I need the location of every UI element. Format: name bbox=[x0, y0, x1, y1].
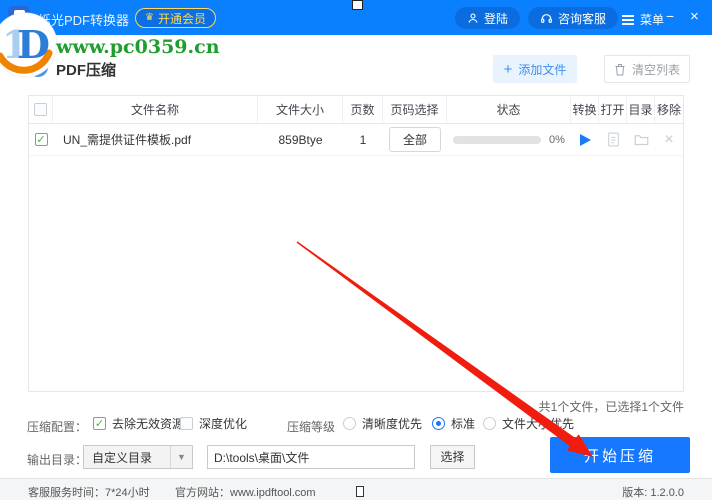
output-dir-selected: 自定义目录 bbox=[84, 449, 170, 466]
plus-icon: + bbox=[504, 62, 513, 77]
menu-button[interactable]: 菜单 bbox=[622, 11, 664, 28]
table-row: ✓ UN_需提供证件模板.pdf 859Btye 1 全部 0% × bbox=[29, 124, 683, 156]
col-remove: 移除 bbox=[655, 96, 683, 123]
output-dir-label: 输出目录： bbox=[27, 451, 87, 468]
col-page-select: 页码选择 bbox=[383, 96, 447, 123]
hamburger-icon bbox=[622, 19, 634, 21]
remove-icon[interactable]: × bbox=[664, 132, 673, 148]
deep-optimize-checkbox[interactable] bbox=[180, 417, 193, 430]
level-standard-option[interactable]: 标准 bbox=[432, 415, 475, 432]
vip-upgrade-button[interactable]: ♛ 开通会员 bbox=[135, 8, 216, 28]
page-title: PDF压缩 bbox=[56, 59, 116, 80]
col-status: 状态 bbox=[447, 96, 571, 123]
row-checkbox[interactable]: ✓ bbox=[35, 133, 48, 146]
watermark-site-text: www.pc0359.cn bbox=[56, 36, 220, 58]
page-select-button[interactable]: 全部 bbox=[389, 127, 441, 152]
app-title: 烁光PDF转换器 bbox=[38, 10, 129, 29]
standard-radio[interactable] bbox=[432, 417, 445, 430]
col-directory: 目录 bbox=[627, 96, 655, 123]
customer-service-button[interactable]: 咨询客服 bbox=[528, 7, 618, 29]
close-button[interactable]: × bbox=[690, 8, 699, 25]
start-compress-button[interactable]: 开始压缩 bbox=[550, 437, 690, 473]
file-name: UN_需提供证件模板.pdf bbox=[53, 124, 258, 155]
cursor-artifact-bottom bbox=[356, 486, 364, 497]
clarity-radio[interactable] bbox=[343, 417, 356, 430]
output-path-input[interactable] bbox=[207, 445, 415, 469]
vip-upgrade-label: 开通会员 bbox=[158, 10, 206, 27]
clear-list-label: 清空列表 bbox=[632, 61, 680, 78]
status-cell: 0% bbox=[453, 134, 565, 146]
app-logo-icon bbox=[8, 6, 30, 28]
col-file-size: 文件大小 bbox=[258, 96, 343, 123]
deep-optimize-label: 深度优化 bbox=[199, 415, 247, 432]
version-text: 版本: 1.2.0.0 bbox=[622, 484, 684, 500]
option-remove-invalid[interactable]: ✓ 去除无效资源 bbox=[93, 415, 184, 432]
compress-config-label: 压缩配置： bbox=[27, 418, 87, 435]
browse-button[interactable]: 选择 bbox=[430, 445, 475, 469]
folder-icon[interactable] bbox=[634, 133, 649, 146]
cursor-artifact-top bbox=[352, 0, 363, 10]
document-icon[interactable] bbox=[607, 132, 620, 147]
progress-percent: 0% bbox=[549, 134, 565, 146]
menu-label: 菜单 bbox=[640, 11, 664, 28]
file-size: 859Btye bbox=[258, 124, 343, 155]
login-label: 登陆 bbox=[484, 10, 508, 27]
output-dir-dropdown[interactable]: 自定义目录 ▼ bbox=[83, 445, 193, 469]
level-clarity-option[interactable]: 清晰度优先 bbox=[343, 415, 422, 432]
level-filesize-option[interactable]: 文件大小优先 bbox=[483, 415, 574, 432]
clarity-label: 清晰度优先 bbox=[362, 415, 422, 432]
filesize-radio[interactable] bbox=[483, 417, 496, 430]
user-icon bbox=[467, 12, 479, 24]
compress-level-label: 压缩等级 bbox=[287, 418, 335, 435]
minimize-button[interactable]: − bbox=[666, 8, 674, 24]
col-pages: 页数 bbox=[343, 96, 383, 123]
add-files-label: 添加文件 bbox=[518, 61, 566, 78]
file-count-summary: 共1个文件，已选择1个文件 bbox=[539, 398, 684, 415]
customer-service-label: 咨询客服 bbox=[558, 10, 606, 27]
col-file-name: 文件名称 bbox=[53, 96, 258, 123]
login-button[interactable]: 登陆 bbox=[455, 7, 520, 29]
file-pages: 1 bbox=[343, 124, 383, 155]
clear-list-button[interactable]: 清空列表 bbox=[604, 55, 690, 83]
standard-label: 标准 bbox=[451, 415, 475, 432]
filesize-label: 文件大小优先 bbox=[502, 415, 574, 432]
crown-icon: ♛ bbox=[145, 13, 154, 23]
trash-icon bbox=[614, 63, 626, 76]
back-button[interactable]: ← bbox=[28, 57, 48, 77]
file-table: 文件名称 文件大小 页数 页码选择 状态 转换 打开 目录 移除 ✓ UN_需提… bbox=[28, 95, 684, 392]
headset-icon bbox=[540, 12, 553, 25]
progress-bar bbox=[453, 136, 541, 144]
col-open: 打开 bbox=[599, 96, 627, 123]
app-window: 烁光PDF转换器 ♛ 开通会员 登陆 咨询客服 菜单 − × ← PDF压缩 +… bbox=[0, 0, 712, 500]
convert-play-icon[interactable] bbox=[580, 134, 591, 146]
remove-invalid-checkbox[interactable]: ✓ bbox=[93, 417, 106, 430]
table-header-row: 文件名称 文件大小 页数 页码选择 状态 转换 打开 目录 移除 bbox=[29, 96, 683, 124]
col-convert: 转换 bbox=[571, 96, 599, 123]
official-website-text: 官方网站：www.ipdftool.com bbox=[175, 484, 316, 500]
chevron-down-icon: ▼ bbox=[170, 446, 192, 468]
add-files-button[interactable]: + 添加文件 bbox=[493, 55, 577, 83]
remove-invalid-label: 去除无效资源 bbox=[112, 415, 184, 432]
option-deep-optimize[interactable]: 深度优化 bbox=[180, 415, 247, 432]
select-all-checkbox[interactable] bbox=[34, 103, 47, 116]
service-time-text: 客服服务时间：7*24小时 bbox=[28, 484, 150, 500]
